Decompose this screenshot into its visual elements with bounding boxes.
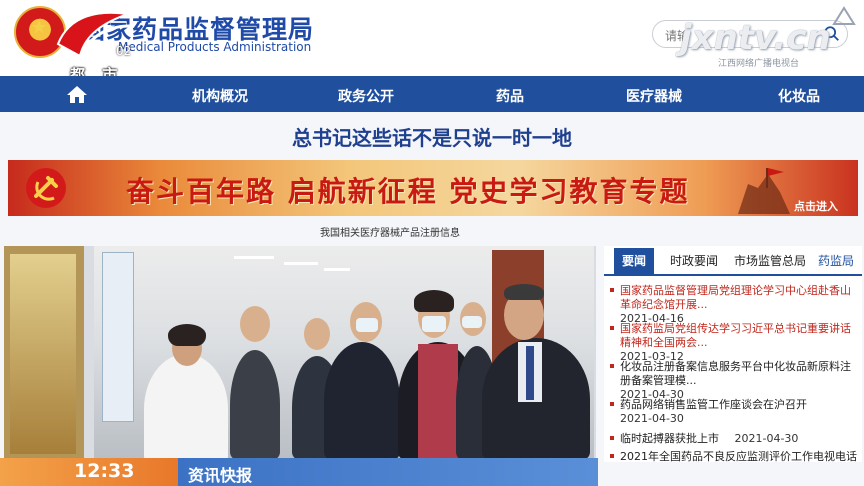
news-item-title[interactable]: 国家药品监督管理局党组理论学习中心组赴香山革命纪念馆开展... [610,284,858,312]
news-item-title[interactable]: 临时起搏器获批上市 [610,432,719,445]
news-item-date: 2021-04-30 [734,432,799,445]
news-item-date: 2021-04-30 [620,412,684,425]
device-registration-link[interactable]: 我国相关医疗器械产品注册信息 [320,224,460,239]
channel-number: 02 [116,44,132,58]
news-photo[interactable] [4,246,596,460]
news-item-title[interactable]: 国家药监局党组传达学习习近平总书记重要讲话精神和全国两会... [610,322,858,350]
news-item-title[interactable]: 药品网络销售监管工作座谈会在沪召开 [610,398,858,412]
home-icon[interactable] [66,84,88,104]
tab-samr[interactable]: 市场监管总局 [734,248,806,274]
broadcast-icon [832,6,856,25]
nav-item-drugs[interactable]: 药品 [496,86,524,106]
news-panel: 要闻 时政要闻 市场监管总局 药监局 国家药品监督管理局党组理论学习中心组赴香山… [604,246,862,462]
tv-ticker: 12:33 资讯快报 [0,458,864,486]
ticker-clock: 12:33 [0,458,178,486]
channel-logo: 02 都 市 [50,4,140,84]
news-item[interactable]: 临时起搏器获批上市 2021-04-30 [610,432,858,446]
tab-underline [604,274,862,276]
news-item-title[interactable]: 化妆品注册备案信息服务平台中化妆品新原料注册备案管理模... [610,360,858,388]
ticker-title: 资讯快报 [188,466,253,485]
wall-poster [102,252,134,422]
news-item[interactable]: 国家药监局党组传达学习习近平总书记重要讲话精神和全国两会... 2021-03-… [610,322,858,364]
channel-logo-icon [56,11,131,58]
tab-political-news[interactable]: 时政要闻 [670,248,718,274]
ticker-time: 12:33 [74,460,135,482]
news-item[interactable]: 国家药品监督管理局党组理论学习中心组赴香山革命纪念馆开展... 2021-04-… [610,284,858,326]
person-official-3 [324,342,400,460]
soldier-silhouette-icon [738,168,790,214]
tab-headlines[interactable]: 要闻 [614,248,655,274]
jxntv-watermark: jxntv.cn [680,18,831,58]
news-tabs: 要闻 时政要闻 市场监管总局 药监局 [604,248,862,274]
nav-item-about[interactable]: 机构概况 [192,86,248,106]
main-nav: 机构概况 政务公开 药品 医疗器械 化妆品 [0,76,864,112]
person-presenter [144,354,228,460]
news-item[interactable]: 化妆品注册备案信息服务平台中化妆品新原料注册备案管理模... 2021-04-3… [610,360,858,402]
decor-wall [4,246,84,460]
party-history-banner[interactable]: 奋斗百年路 启航新征程 党史学习教育专题 点击进入 [8,160,858,216]
site-subtitle: Medical Products Administration [118,40,312,54]
news-item[interactable]: 药品网络销售监管工作座谈会在沪召开 2021-04-30 [610,398,858,426]
jxntv-watermark-sub: 江西网络广播电视台 [718,59,800,69]
hammer-sickle-icon [26,168,66,208]
nav-item-cosmetics[interactable]: 化妆品 [778,86,820,106]
nav-item-medical-devices[interactable]: 医疗器械 [626,86,682,106]
headline-link[interactable]: 总书记这些话不是只说一时一地 [0,122,864,151]
nav-item-gov-affairs[interactable]: 政务公开 [338,86,394,106]
banner-title: 奋斗百年路 启航新征程 党史学习教育专题 [126,175,690,208]
person-official-1 [230,350,280,460]
tab-nmpa[interactable]: 药监局 [818,248,854,274]
ceiling-lights [234,256,350,271]
banner-enter-link[interactable]: 点击进入 [794,198,838,214]
ticker-title-bar: 资讯快报 [178,458,598,486]
